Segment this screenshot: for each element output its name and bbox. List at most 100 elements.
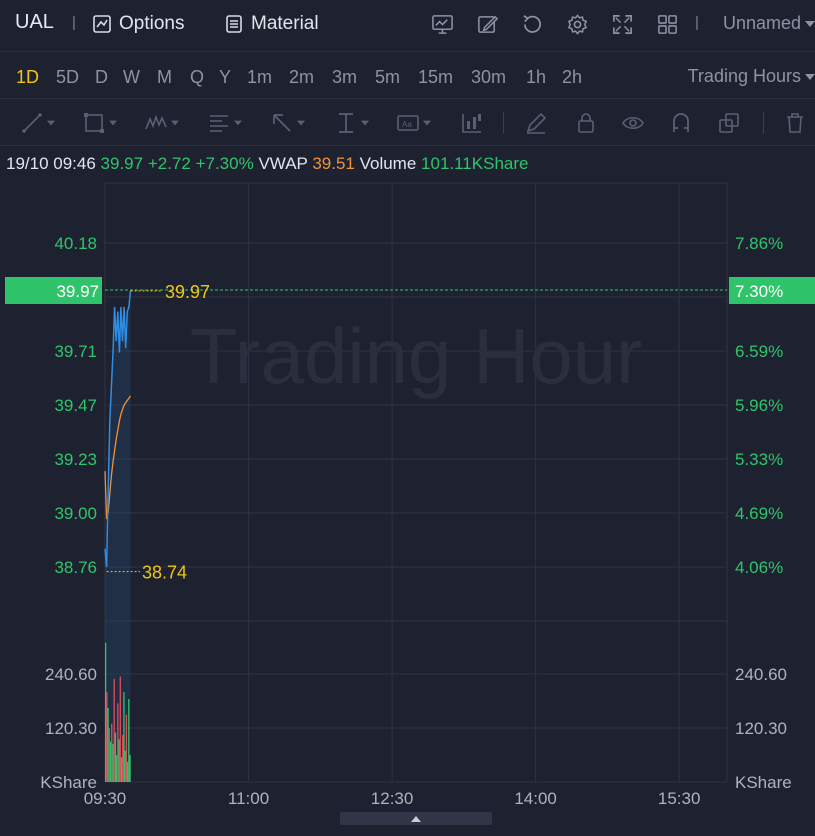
period-1d[interactable]: 1D — [16, 67, 39, 88]
period-15m[interactable]: 15m — [418, 67, 453, 88]
ticker-symbol[interactable]: UAL — [15, 11, 54, 34]
material-label: Material — [251, 13, 319, 34]
line-tool-icon[interactable] — [20, 110, 55, 136]
magnet-icon[interactable] — [669, 110, 693, 136]
rectangle-tool-icon[interactable] — [82, 110, 117, 136]
chevron-up-icon — [411, 815, 421, 822]
quote-change: +2.72 — [147, 154, 191, 173]
material-button[interactable]: Material — [224, 12, 319, 36]
chart-grid — [104, 182, 728, 783]
chart-watermark: Trading Hour — [190, 312, 642, 400]
period-year[interactable]: Y — [219, 67, 231, 88]
period-quarter[interactable]: Q — [190, 67, 204, 88]
price-tick-label: 38.76 — [54, 558, 97, 577]
period-2m[interactable]: 2m — [289, 67, 314, 88]
period-bar: 1D 5D D W M Q Y 1m 2m 3m 5m 15m 30m 1h 2… — [0, 53, 815, 99]
high-marker-label: 39.97 — [165, 282, 210, 302]
volume-bar — [112, 743, 114, 782]
volume-bar — [114, 732, 117, 782]
period-month[interactable]: M — [157, 67, 172, 88]
options-label: Options — [119, 13, 185, 34]
time-tick-label: 11:00 — [228, 789, 269, 808]
period-day[interactable]: D — [95, 67, 108, 88]
period-30m[interactable]: 30m — [471, 67, 506, 88]
low-marker-label: 38.74 — [142, 563, 187, 583]
pen-icon[interactable] — [524, 110, 548, 136]
measure-tool-icon[interactable] — [334, 110, 369, 136]
volume-bar — [113, 678, 115, 782]
volume-bar — [109, 741, 112, 782]
pct-tick-label: 4.69% — [735, 504, 783, 523]
draw-icon[interactable] — [474, 11, 500, 37]
volume-bar — [115, 755, 118, 782]
refresh-icon[interactable] — [519, 11, 545, 37]
session-dropdown[interactable]: Trading Hours — [688, 66, 815, 87]
price-tick-label: 40.18 — [54, 234, 97, 253]
settings-icon[interactable] — [564, 11, 590, 37]
intraday-chart[interactable]: Trading Hour 40.18 39.71 39.47 39.23 39.00 38… — [0, 180, 815, 836]
volume-bar — [107, 707, 109, 782]
price-tick-label: 39.23 — [54, 450, 97, 469]
caret-down-icon — [805, 73, 815, 80]
volume-bar — [125, 714, 128, 782]
period-week[interactable]: W — [123, 67, 140, 88]
caret-down-icon — [805, 20, 815, 27]
time-tick-label: 12:30 — [371, 789, 414, 808]
current-pct-label: 7.30% — [735, 282, 783, 301]
options-button[interactable]: Options — [92, 12, 184, 36]
volume-unit-right: KShare — [735, 773, 792, 792]
layout-name-dropdown[interactable]: Unnamed — [723, 13, 815, 34]
volume-bar — [119, 676, 121, 782]
text-tool-icon[interactable]: Aa — [396, 110, 431, 136]
pct-tick-label: 5.96% — [735, 396, 783, 415]
arrow-tool-icon[interactable] — [270, 110, 305, 136]
eye-icon[interactable] — [621, 110, 645, 136]
layers-icon[interactable] — [717, 110, 741, 136]
separator: | — [695, 14, 699, 31]
layout-name-label: Unnamed — [722, 13, 801, 33]
indicator-icon[interactable] — [429, 11, 455, 37]
pct-tick-label: 7.86% — [735, 234, 783, 253]
volume-tick-label-left: 240.60 — [45, 665, 97, 684]
trash-icon[interactable] — [783, 110, 807, 136]
period-5m[interactable]: 5m — [375, 67, 400, 88]
volume-label: Volume — [359, 154, 417, 173]
volume-bar — [106, 692, 108, 782]
top-toolbar: UAL | Options Material | Unnamed — [0, 0, 815, 52]
period-1m[interactable]: 1m — [247, 67, 272, 88]
period-5d[interactable]: 5D — [56, 67, 79, 88]
indicator-tool-icon[interactable] — [460, 110, 484, 136]
volume-bar — [111, 723, 113, 782]
panel-toggle-handle[interactable] — [340, 812, 492, 825]
svg-text:Aa: Aa — [402, 120, 412, 129]
volume-tick-label-left: 120.30 — [45, 719, 97, 738]
price-tick-label: 39.00 — [54, 504, 97, 523]
vwap-value: 39.51 — [312, 154, 355, 173]
options-icon — [93, 15, 111, 33]
volume-bar — [124, 750, 126, 782]
document-icon — [226, 15, 242, 33]
volume-bar — [129, 755, 131, 782]
volume-bar — [108, 728, 110, 782]
lock-icon[interactable] — [574, 110, 598, 136]
wave-tool-icon[interactable] — [144, 110, 179, 136]
toolbar-divider — [763, 112, 764, 134]
plot-border — [104, 182, 728, 783]
volume-bar — [122, 734, 124, 782]
quote-price: 39.97 — [100, 154, 144, 173]
time-tick-label: 15:30 — [658, 789, 701, 808]
period-2h[interactable]: 2h — [562, 67, 582, 88]
period-3m[interactable]: 3m — [332, 67, 357, 88]
period-1h[interactable]: 1h — [526, 67, 546, 88]
fib-tool-icon[interactable] — [207, 110, 242, 136]
volume-bar — [120, 757, 123, 782]
vwap-label: VWAP — [258, 154, 308, 173]
volume-bar — [126, 761, 129, 782]
price-tick-label: 39.47 — [54, 396, 97, 415]
volume-bar — [118, 739, 120, 782]
multi-layout-icon[interactable] — [654, 11, 680, 37]
fullscreen-icon[interactable] — [609, 11, 635, 37]
quote-change-pct: +7.30% — [195, 154, 254, 173]
volume-bar — [117, 703, 119, 782]
volume-bar — [123, 692, 125, 782]
